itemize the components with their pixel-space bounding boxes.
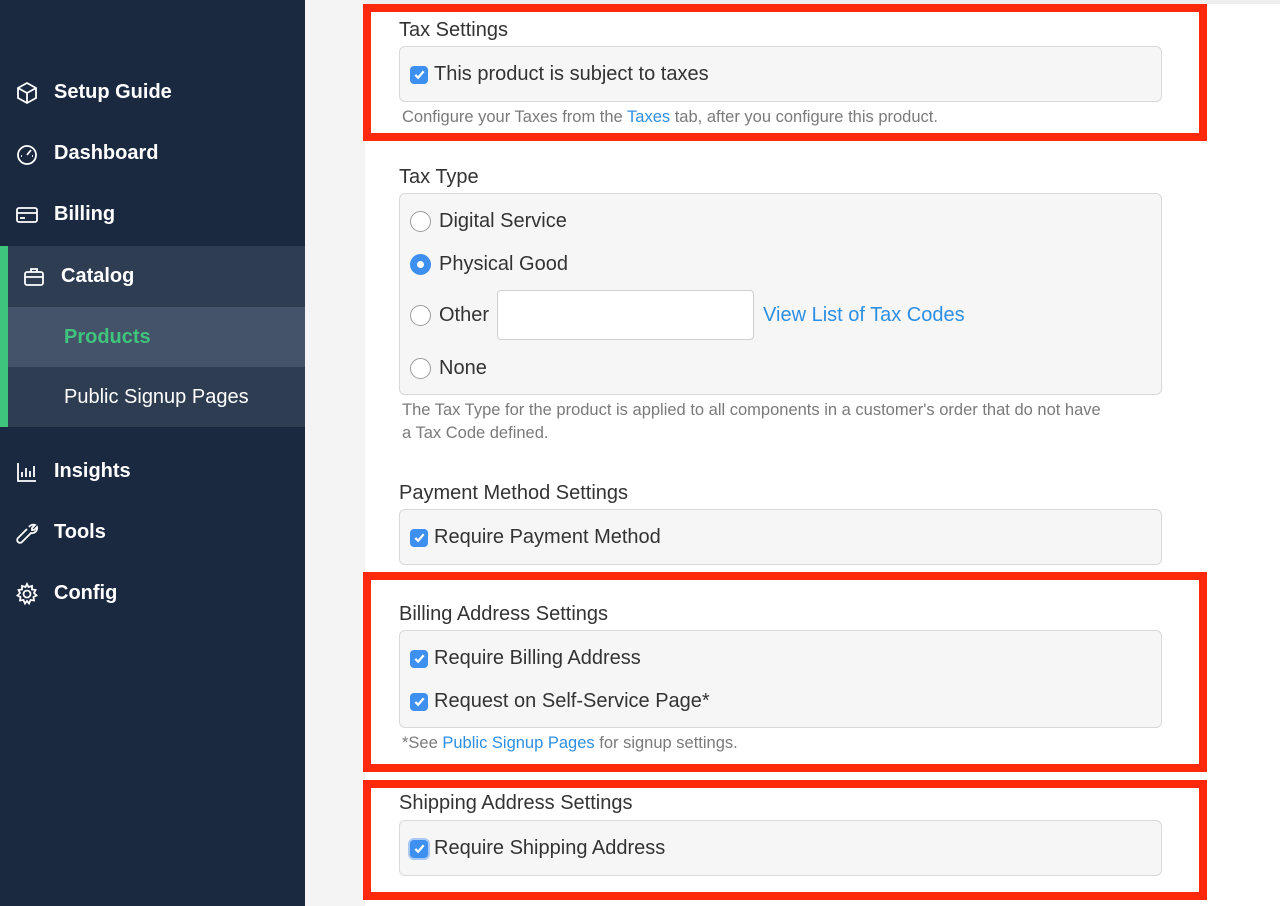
sidebar-item-label: Billing xyxy=(54,203,116,225)
active-indicator xyxy=(0,246,8,427)
content-gutter xyxy=(305,0,365,906)
view-tax-codes-link[interactable]: View List of Tax Codes xyxy=(763,304,965,327)
require-payment-method-checkbox[interactable] xyxy=(410,528,428,547)
wrench-icon xyxy=(14,520,40,546)
require-payment-method-option[interactable]: Require Payment Method xyxy=(410,526,661,549)
briefcase-icon xyxy=(21,264,47,290)
payment-method-title: Payment Method Settings xyxy=(399,482,629,504)
sidebar-item-tools[interactable]: Tools xyxy=(0,502,305,563)
tax-type-option-physical-good[interactable]: Physical Good xyxy=(410,253,568,276)
sidebar-item-label: Config xyxy=(54,582,118,604)
sidebar-item-label: Dashboard xyxy=(54,142,159,164)
sidebar-item-config[interactable]: Config xyxy=(0,563,305,624)
sidebar-item-label: Tools xyxy=(54,521,106,543)
sidebar-item-label: Catalog xyxy=(61,265,135,287)
tax-type-help: The Tax Type for the product is applied … xyxy=(402,401,1101,442)
tax-type-option-other[interactable]: Other View List of Tax Codes xyxy=(410,290,965,340)
highlight-shipping-address xyxy=(363,780,1207,900)
sidebar-item-billing[interactable]: Billing xyxy=(0,184,305,245)
sidebar-item-setup-guide[interactable]: Setup Guide xyxy=(0,62,305,123)
sidebar-subitem-public-signup-pages[interactable]: Public Signup Pages xyxy=(8,367,305,427)
physical-good-radio[interactable] xyxy=(410,254,431,275)
tax-type-option-none[interactable]: None xyxy=(410,357,487,380)
highlight-billing-address xyxy=(363,572,1207,772)
other-radio[interactable] xyxy=(410,304,431,326)
sidebar-item-label: Insights xyxy=(54,460,131,482)
credit-card-icon xyxy=(14,202,40,228)
tax-type-title: Tax Type xyxy=(399,166,479,188)
highlight-tax-settings xyxy=(363,4,1207,141)
sidebar-item-catalog[interactable]: Catalog xyxy=(0,246,305,307)
sidebar-item-label: Setup Guide xyxy=(54,81,172,103)
other-tax-code-input[interactable] xyxy=(497,290,755,340)
gauge-icon xyxy=(14,141,40,167)
sidebar-item-insights[interactable]: Insights xyxy=(0,441,305,502)
payment-method-box: Require Payment Method xyxy=(399,509,1162,565)
bar-chart-icon xyxy=(14,459,40,485)
tax-type-option-digital-service[interactable]: Digital Service xyxy=(410,210,567,233)
sidebar-item-dashboard[interactable]: Dashboard xyxy=(0,123,305,184)
gear-icon xyxy=(14,581,40,607)
none-radio[interactable] xyxy=(410,358,431,379)
digital-service-radio[interactable] xyxy=(410,211,431,232)
tax-type-box: Digital Service Physical Good Other View… xyxy=(399,193,1162,395)
cube-icon xyxy=(14,80,40,106)
sidebar-subitem-products[interactable]: Products xyxy=(8,307,305,367)
